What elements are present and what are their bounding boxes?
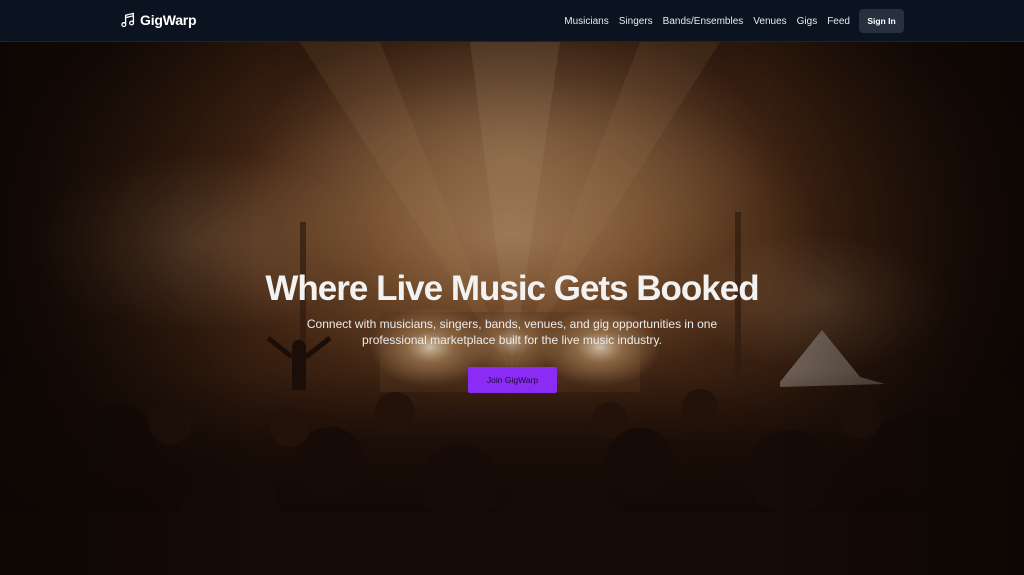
top-navbar: GigWarp Musicians Singers Bands/Ensemble… [0,0,1024,42]
nav-link-gigs[interactable]: Gigs [797,16,818,27]
nav-link-singers[interactable]: Singers [619,16,653,27]
nav-links: Musicians Singers Bands/Ensembles Venues… [564,0,850,42]
sign-in-button[interactable]: Sign In [859,9,904,33]
hero-subtitle: Connect with musicians, singers, bands, … [306,317,718,347]
nav-link-feed[interactable]: Feed [827,16,850,27]
brand-name: GigWarp [140,12,197,28]
hero-section: Where Live Music Gets Booked Connect wit… [0,42,1024,575]
hero-content: Where Live Music Gets Booked Connect wit… [0,42,1024,575]
music-note-icon [121,12,135,28]
nav-link-venues[interactable]: Venues [753,16,786,27]
nav-link-musicians[interactable]: Musicians [564,16,608,27]
join-gigwarp-button[interactable]: Join GigWarp [468,367,557,393]
page: GigWarp Musicians Singers Bands/Ensemble… [0,0,1024,575]
brand-logo-link[interactable]: GigWarp [121,12,197,28]
hero-title: Where Live Music Gets Booked [265,269,759,308]
nav-link-bands-ensembles[interactable]: Bands/Ensembles [663,16,744,27]
